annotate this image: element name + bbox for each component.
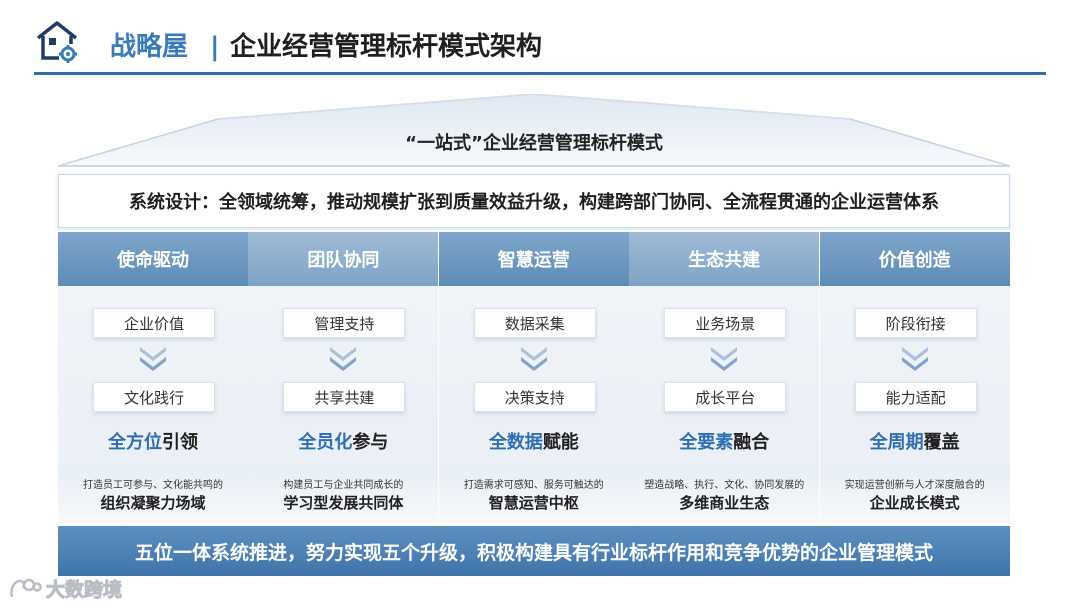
pillar-column: 团队协同 管理支持 共享共建 全员化参与 构建员工与企业共同成长的 学习型发展共… — [248, 232, 439, 524]
pillar-bottom-item: 共享共建 — [283, 382, 406, 412]
chevron-down-icon — [330, 347, 357, 371]
pillar-description-small: 打造员工可参与、文化能共鸣的 — [83, 480, 223, 491]
pillar-bottom-item: 能力适配 — [854, 382, 977, 412]
highlight-rest: 融合 — [733, 432, 770, 453]
chevron-down-icon — [520, 347, 547, 371]
pillar-column: 智慧运营 数据采集 决策支持 全数据赋能 打造需求可感知、服务可触达的 智慧运营… — [438, 232, 629, 524]
pillar-highlight: 全周期覆盖 — [820, 428, 1010, 454]
title-accent: 战略屋 — [110, 32, 189, 62]
pillar-title: 生态共建 — [629, 232, 820, 286]
pillar-top-item: 管理支持 — [283, 308, 406, 338]
highlight-keyword: 全要素 — [679, 432, 734, 453]
pillar-columns: 使命驱动 企业价值 文化践行 全方位引领 打造员工可参与、文化能共鸣的 组织凝聚… — [58, 232, 1010, 524]
pillar-description-small: 实现运营创新与人才深度融合的 — [844, 480, 985, 491]
pillar-top-item: 数据采集 — [473, 308, 596, 338]
brand-logo-icon — [10, 578, 42, 598]
page-header: 战略屋 | 企业经营管理标杆模式架构 — [34, 18, 1046, 70]
pillar-description-big: 多维商业生态 — [679, 494, 770, 512]
bottom-banner: 五位一体系统推进，努力实现五个升级，积极构建具有行业标杆作用和竞争优势的企业管理… — [58, 526, 1010, 576]
pillar-title: 使命驱动 — [58, 232, 248, 286]
pillar-description-big: 智慧运营中枢 — [488, 494, 579, 512]
pillar-description-big: 企业成长模式 — [869, 494, 960, 512]
pillar-top-item: 阶段衔接 — [854, 308, 977, 338]
pillar-column: 价值创造 阶段衔接 能力适配 全周期覆盖 实现运营创新与人才深度融合的 企业成长… — [819, 232, 1010, 524]
chevron-down-icon — [711, 347, 738, 371]
highlight-keyword: 全员化 — [298, 432, 353, 453]
pillar-top-item: 企业价值 — [93, 308, 215, 338]
pillar-title: 智慧运营 — [438, 232, 629, 286]
highlight-rest: 引领 — [162, 432, 198, 453]
title-separator: | — [210, 32, 220, 62]
pillar-description-big: 组织凝聚力场域 — [100, 494, 206, 512]
highlight-keyword: 全数据 — [488, 432, 543, 453]
highlight-rest: 参与 — [352, 432, 389, 453]
highlight-keyword: 全周期 — [869, 432, 924, 453]
watermark: 大数跨境 — [8, 573, 123, 603]
highlight-rest: 覆盖 — [923, 432, 960, 453]
pillar-highlight: 全方位引领 — [58, 428, 248, 454]
highlight-keyword: 全方位 — [108, 432, 162, 453]
pillar-column: 生态共建 业务场景 成长平台 全要素融合 塑造战略、执行、文化、协同发展的 多维… — [629, 232, 820, 524]
highlight-rest: 赋能 — [542, 432, 579, 453]
pillar-highlight: 全员化参与 — [248, 428, 438, 454]
page-title: 企业经营管理标杆模式架构 — [230, 32, 543, 62]
pillar-bottom-item: 成长平台 — [664, 382, 787, 412]
header-divider — [34, 72, 1046, 75]
chevron-down-icon — [901, 347, 928, 371]
pillar-bottom-item: 文化践行 — [93, 382, 215, 412]
pillar-description-small: 塑造战略、执行、文化、协同发展的 — [644, 480, 805, 491]
roof-label: “一站式”企业经营管理标杆模式 — [405, 133, 663, 154]
watermark-text: 大数跨境 — [45, 578, 123, 601]
pillar-column: 使命驱动 企业价值 文化践行 全方位引领 打造员工可参与、文化能共鸣的 组织凝聚… — [58, 232, 248, 524]
chevron-down-icon — [140, 347, 166, 371]
pillar-bottom-item: 决策支持 — [473, 382, 596, 412]
pillar-title: 团队协同 — [248, 232, 439, 286]
pillar-top-item: 业务场景 — [664, 308, 787, 338]
system-design-box: 系统设计：全领域统筹，推动规模扩张到质量效益升级，构建跨部门协同、全流程贯通的企… — [58, 174, 1010, 228]
pillar-description-small: 构建员工与企业共同成长的 — [283, 480, 404, 491]
pillar-description-big: 学习型发展共同体 — [283, 494, 404, 512]
pillar-highlight: 全数据赋能 — [439, 428, 629, 454]
pillar-description-small: 打造需求可感知、服务可触达的 — [463, 480, 604, 491]
pillar-highlight: 全要素融合 — [629, 428, 819, 454]
house-gear-icon — [36, 21, 78, 63]
pillar-title: 价值创造 — [819, 232, 1010, 286]
